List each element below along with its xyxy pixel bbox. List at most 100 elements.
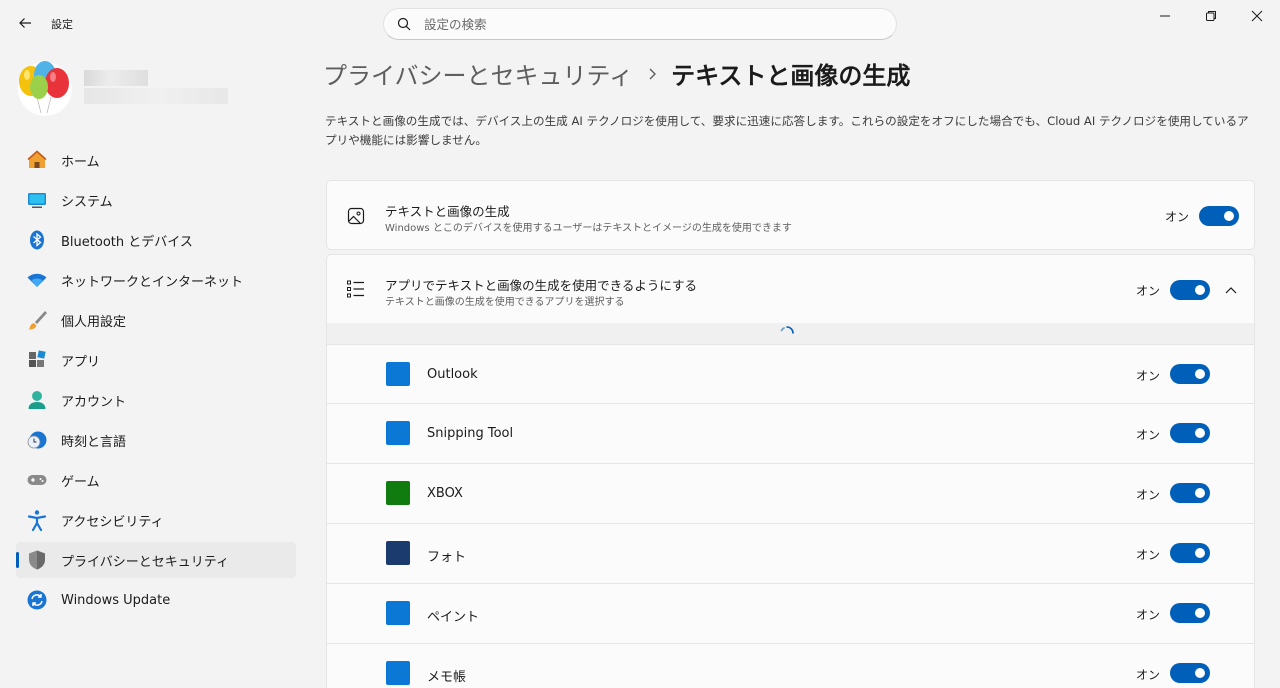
search-input[interactable] xyxy=(424,16,864,32)
shield-icon xyxy=(26,549,48,571)
chevron-right-icon xyxy=(647,67,657,81)
loading-strip xyxy=(326,323,1255,344)
toggle-state-label: オン xyxy=(1136,284,1161,298)
list-item-app-outlook: Outlook オン xyxy=(326,344,1255,404)
gamepad-icon xyxy=(26,469,48,491)
page-title: テキストと画像の生成 xyxy=(671,62,911,90)
list-item-app-paint: ペイント オン xyxy=(326,584,1255,644)
app-toggle[interactable] xyxy=(1170,423,1210,443)
toggle-state-label: オン xyxy=(1136,608,1161,622)
app-name: Snipping Tool xyxy=(427,426,514,441)
sidebar-item-label: アクセシビリティ xyxy=(61,514,164,530)
main-toggle[interactable] xyxy=(1199,206,1239,226)
breadcrumb-parent[interactable]: プライバシーとセキュリティ xyxy=(323,56,633,91)
system-icon xyxy=(26,189,48,211)
sidebar-item-accounts[interactable]: アカウント xyxy=(16,382,296,418)
app-logo-icon xyxy=(386,541,410,565)
apps-toggle[interactable] xyxy=(1170,280,1210,300)
app-name: Outlook xyxy=(427,367,478,382)
sidebar-item-label: 時刻と言語 xyxy=(61,434,127,450)
sidebar-item-label: システム xyxy=(61,194,113,210)
sidebar-item-time-language[interactable]: 時刻と言語 xyxy=(16,422,296,458)
list-item-app-notepad: メモ帳 オン xyxy=(326,644,1255,688)
back-arrow-icon xyxy=(19,18,31,28)
sidebar-item-personalization[interactable]: 個人用設定 xyxy=(16,302,296,338)
search-icon xyxy=(396,16,412,32)
app-toggle[interactable] xyxy=(1170,603,1210,623)
sidebar-nav: ホーム システム Bluetooth とデバイス ネットワークとインターネット … xyxy=(16,142,296,622)
apps-icon xyxy=(26,349,48,371)
sidebar-item-label: ホーム xyxy=(61,154,100,170)
setting-card-apps-toggle[interactable]: アプリでテキストと画像の生成を使用できるようにする テキストと画像の生成を使用で… xyxy=(326,254,1255,324)
list-item-app-xbox: XBOX オン xyxy=(326,464,1255,524)
app-toggle[interactable] xyxy=(1170,364,1210,384)
toggle-state-label: オン xyxy=(1165,210,1190,224)
user-email-redacted xyxy=(84,88,228,104)
chevron-up-icon[interactable] xyxy=(1223,282,1239,298)
sidebar-item-label: 個人用設定 xyxy=(61,314,127,330)
toggle-state-label: オン xyxy=(1136,548,1161,562)
app-toggle[interactable] xyxy=(1170,483,1210,503)
sidebar-item-system[interactable]: システム xyxy=(16,182,296,218)
app-toggle[interactable] xyxy=(1170,543,1210,563)
app-logo-icon xyxy=(386,601,410,625)
accessibility-icon xyxy=(26,509,48,531)
list-icon xyxy=(345,278,367,300)
app-logo-icon xyxy=(386,362,410,386)
sidebar-item-label: ネットワークとインターネット xyxy=(61,274,244,290)
sidebar-item-windows-update[interactable]: Windows Update xyxy=(16,582,296,618)
image-icon xyxy=(345,205,367,227)
setting-subtitle: Windows とこのデバイスを使用するユーザーはテキストとイメージの生成を使用… xyxy=(385,223,792,234)
bluetooth-icon xyxy=(26,229,48,251)
sidebar-item-label: ゲーム xyxy=(61,474,100,490)
wifi-icon xyxy=(26,269,48,291)
close-button[interactable] xyxy=(1234,0,1280,32)
sidebar-item-label: プライバシーとセキュリティ xyxy=(61,554,229,570)
title-bar: 設定 xyxy=(0,0,1280,48)
toggle-state-label: オン xyxy=(1136,369,1161,383)
update-icon xyxy=(26,589,48,611)
minimize-button[interactable] xyxy=(1142,0,1188,32)
app-name: フォト xyxy=(427,550,467,565)
sidebar-item-bluetooth[interactable]: Bluetooth とデバイス xyxy=(16,222,296,258)
toggle-state-label: オン xyxy=(1136,428,1161,442)
back-button[interactable] xyxy=(14,12,36,34)
app-name: メモ帳 xyxy=(427,670,467,685)
sidebar-item-apps[interactable]: アプリ xyxy=(16,342,296,378)
toggle-state-label: オン xyxy=(1136,668,1161,682)
home-icon xyxy=(26,149,48,171)
sidebar-item-network[interactable]: ネットワークとインターネット xyxy=(16,262,296,298)
app-logo-icon xyxy=(386,661,410,685)
restore-icon xyxy=(1206,11,1216,21)
restore-button[interactable] xyxy=(1188,0,1234,32)
sidebar-item-label: アプリ xyxy=(61,354,101,370)
sidebar-item-privacy-security[interactable]: プライバシーとセキュリティ xyxy=(16,542,296,578)
sidebar-item-home[interactable]: ホーム xyxy=(16,142,296,178)
app-toggle[interactable] xyxy=(1170,663,1210,683)
sidebar-item-label: アカウント xyxy=(61,394,127,410)
clock-globe-icon xyxy=(26,429,48,451)
sidebar-item-accessibility[interactable]: アクセシビリティ xyxy=(16,502,296,538)
app-name: ペイント xyxy=(427,610,480,625)
app-name: XBOX xyxy=(427,486,463,501)
brush-icon xyxy=(26,309,48,331)
account-icon xyxy=(26,389,48,411)
search-box[interactable] xyxy=(383,8,897,40)
sidebar-item-label: Windows Update xyxy=(61,592,171,608)
user-name-redacted xyxy=(84,70,148,86)
list-item-app-snipping-tool: Snipping Tool オン xyxy=(326,404,1255,464)
sidebar-item-gaming[interactable]: ゲーム xyxy=(16,462,296,498)
app-logo-icon xyxy=(386,481,410,505)
minimize-icon xyxy=(1160,15,1170,17)
setting-card-text-image-generation[interactable]: テキストと画像の生成 Windows とこのデバイスを使用するユーザーはテキスト… xyxy=(326,180,1255,250)
list-item-app-photos: フォト オン xyxy=(326,524,1255,584)
sidebar-item-label: Bluetooth とデバイス xyxy=(61,234,193,250)
app-title: 設定 xyxy=(51,18,73,31)
setting-title: アプリでテキストと画像の生成を使用できるようにする xyxy=(385,278,698,293)
close-icon xyxy=(1251,10,1263,22)
avatar[interactable] xyxy=(17,57,73,117)
app-logo-icon xyxy=(386,421,410,445)
breadcrumb: プライバシーとセキュリティ テキストと画像の生成 xyxy=(323,56,910,91)
setting-title: テキストと画像の生成 xyxy=(385,204,510,219)
toggle-state-label: オン xyxy=(1136,488,1161,502)
